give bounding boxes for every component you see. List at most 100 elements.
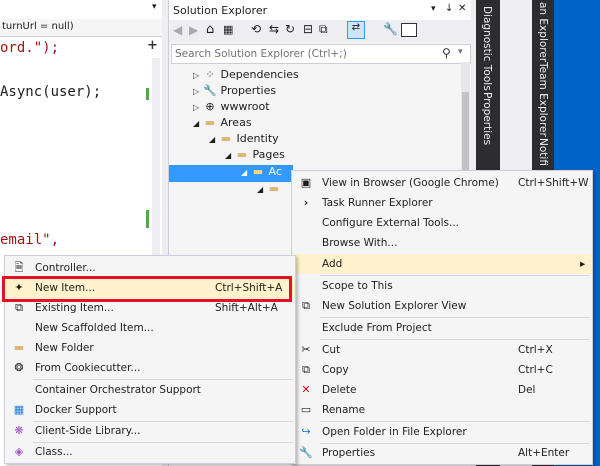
menu-item-rename[interactable]: ▭ Rename xyxy=(292,400,592,420)
change-marker xyxy=(146,88,149,100)
menu-item-shortcut: Del xyxy=(518,384,536,396)
open-folder-icon: ↪ xyxy=(301,425,311,438)
menu-item-shortcut: Shift+Alt+A xyxy=(215,302,278,314)
menu-item-add[interactable]: Add ▸ xyxy=(292,254,592,274)
menu-item-label: Container Orchestrator Support xyxy=(35,384,201,396)
chevron-down-icon[interactable]: ▾ xyxy=(152,2,157,12)
menu-item-shortcut: Ctrl+Shift+W xyxy=(518,177,589,189)
tree-item-dependencies[interactable]: ▷ ⁘ Dependencies xyxy=(193,68,299,85)
collapse-arrow-icon[interactable]: ◢ xyxy=(225,151,235,160)
menu-item-shortcut: Ctrl+C xyxy=(518,364,553,376)
submenu-item-new-folder[interactable]: ▬ New Folder xyxy=(5,338,295,358)
search-placeholder: Search Solution Explorer (Ctrl+;) xyxy=(175,48,347,60)
home-icon[interactable]: ⌂ xyxy=(206,22,214,37)
sync-icon[interactable]: ⇆ xyxy=(269,22,279,36)
expand-arrow-icon[interactable]: ▷ xyxy=(193,71,203,80)
switch-views-icon[interactable]: ▦ xyxy=(223,23,233,36)
pending-changes-icon[interactable]: ⟲ xyxy=(251,22,261,36)
submenu-item-class[interactable]: ◈ Class... xyxy=(5,442,295,462)
menu-item-browse-with[interactable]: Browse With... xyxy=(292,233,592,253)
collapse-arrow-icon[interactable]: ◢ xyxy=(209,135,219,144)
tree-item-label: Pages xyxy=(252,148,285,161)
tree-item-subfolder[interactable]: ◢ ▬ xyxy=(257,182,281,199)
tree-item-areas[interactable]: ◢ ▬ Areas xyxy=(193,116,252,133)
submenu-item-docker-support[interactable]: ▦ Docker Support xyxy=(5,400,295,420)
preview-icon[interactable] xyxy=(401,23,417,37)
dependencies-icon: ⁘ xyxy=(205,68,215,81)
expand-editor-icon[interactable]: + xyxy=(147,38,158,53)
refresh-icon[interactable]: ↻ xyxy=(285,22,295,36)
tree-item-label: Dependencies xyxy=(220,68,299,81)
wrench-icon: 🔧 xyxy=(203,84,217,97)
tree-item-pages[interactable]: ◢ ▬ Pages xyxy=(225,148,285,165)
code-line: ord."); xyxy=(0,40,60,56)
back-icon[interactable]: ◀ xyxy=(173,23,182,37)
show-all-files-icon[interactable]: ⧉ xyxy=(319,22,328,37)
menu-item-new-solution-explorer-view[interactable]: ⧉ New Solution Explorer View xyxy=(292,296,592,316)
menu-item-label: From Cookiecutter... xyxy=(35,362,141,374)
forward-icon[interactable]: ▶ xyxy=(189,23,198,37)
menu-item-label: Copy xyxy=(322,364,349,376)
menu-item-label: New Solution Explorer View xyxy=(322,300,467,312)
tree-item-account-selected[interactable]: ◢ ▬ Ac xyxy=(169,165,293,182)
tree-item-label: Identity xyxy=(236,132,279,145)
menu-item-cut[interactable]: ✂ Cut Ctrl+X xyxy=(292,340,592,360)
collapse-arrow-icon[interactable]: ◢ xyxy=(257,185,267,194)
solution-explorer-titlebar: Solution Explorer ▾ ↓ ✕ xyxy=(169,0,471,20)
tree-item-wwwroot[interactable]: ▷ ⊕ wwwroot xyxy=(193,100,270,117)
collapse-arrow-icon[interactable]: ◢ xyxy=(241,168,251,177)
expand-arrow-icon[interactable]: ▷ xyxy=(193,87,203,96)
submenu-item-container-orchestrator-support[interactable]: Container Orchestrator Support xyxy=(5,380,295,400)
cut-icon: ✂ xyxy=(301,343,311,356)
collapse-all-icon[interactable]: ⊟ xyxy=(303,22,313,36)
menu-item-properties[interactable]: 🔧 Properties Alt+Enter xyxy=(292,443,592,463)
panel-title: Solution Explorer xyxy=(173,4,268,17)
submenu-item-controller[interactable]: 🗎 Controller... xyxy=(5,258,295,278)
menu-item-view-in-browser[interactable]: ▣ View in Browser (Google Chrome) Ctrl+S… xyxy=(292,173,592,193)
collapse-arrow-icon[interactable]: ◢ xyxy=(193,119,203,128)
tab-diagnostic-tools[interactable]: Diagnostic Tools xyxy=(481,6,493,91)
tab-solution-explorer[interactable]: an Explorer xyxy=(537,2,549,62)
pin-icon[interactable]: ↓ xyxy=(445,3,453,14)
menu-item-label: Add xyxy=(322,258,343,270)
expand-arrow-icon[interactable]: ▷ xyxy=(193,103,203,112)
folder-icon: ▬ xyxy=(236,148,248,161)
search-icon[interactable]: ⚲ xyxy=(442,46,451,60)
menu-item-exclude-from-project[interactable]: Exclude From Project xyxy=(292,318,592,338)
context-menu: ▣ View in Browser (Google Chrome) Ctrl+S… xyxy=(291,170,593,465)
tab-properties[interactable]: Properties xyxy=(481,92,493,145)
menu-item-label: Client-Side Library... xyxy=(35,425,141,437)
menu-item-label: Delete xyxy=(322,384,357,396)
search-input[interactable]: Search Solution Explorer (Ctrl+;) ⚲ ▾ xyxy=(171,44,471,64)
submenu-item-from-cookiecutter[interactable]: ❂ From Cookiecutter... xyxy=(5,358,295,378)
tree-item-properties[interactable]: ▷ 🔧 Properties xyxy=(193,84,276,101)
tab-notifications[interactable]: Notifi xyxy=(537,138,549,166)
tree-item-identity[interactable]: ◢ ▬ Identity xyxy=(209,132,279,149)
menu-item-label: Properties xyxy=(322,447,376,459)
submenu-item-new-scaffolded-item[interactable]: New Scaffolded Item... xyxy=(5,318,295,338)
member-dropdown[interactable]: turnUrl = null) xyxy=(0,19,162,37)
menu-item-open-folder-in-file-explorer[interactable]: ↪ Open Folder in File Explorer xyxy=(292,422,592,442)
existing-item-icon: ⧉ xyxy=(15,301,23,314)
submenu-item-existing-item[interactable]: ⧉ Existing Item... Shift+Alt+A xyxy=(5,298,295,318)
chevron-down-icon[interactable]: ▾ xyxy=(431,4,436,14)
menu-item-task-runner-explorer[interactable]: › Task Runner Explorer xyxy=(292,193,592,213)
new-view-icon: ⧉ xyxy=(302,299,310,312)
library-icon: ❋ xyxy=(14,424,24,437)
menu-item-label: Scope to This xyxy=(322,280,393,292)
rename-icon: ▭ xyxy=(300,403,312,416)
solution-explorer-toolbar: ◀ ▶ ⌂ ▦ ⟲ ⇆ ↻ ⊟ ⧉ ⇄ 🔧 xyxy=(169,20,471,42)
tab-team-explorer[interactable]: Team Explorer xyxy=(537,62,549,137)
chevron-down-icon[interactable]: ▾ xyxy=(458,47,463,57)
delete-icon: ✕ xyxy=(301,383,311,396)
menu-item-label: Cut xyxy=(322,344,341,356)
wrench-icon[interactable]: 🔧 xyxy=(383,22,398,36)
menu-item-copy[interactable]: ⧉ Copy Ctrl+C xyxy=(292,360,592,380)
menu-item-shortcut: Ctrl+X xyxy=(518,344,553,356)
close-icon[interactable]: ✕ xyxy=(458,3,466,14)
submenu-item-client-side-library[interactable]: ❋ Client-Side Library... xyxy=(5,421,295,441)
sync-with-active-icon[interactable]: ⇄ xyxy=(347,21,365,39)
menu-item-scope-to-this[interactable]: Scope to This xyxy=(292,276,592,296)
menu-item-delete[interactable]: ✕ Delete Del xyxy=(292,380,592,400)
menu-item-configure-external-tools[interactable]: Configure External Tools... xyxy=(292,213,592,233)
